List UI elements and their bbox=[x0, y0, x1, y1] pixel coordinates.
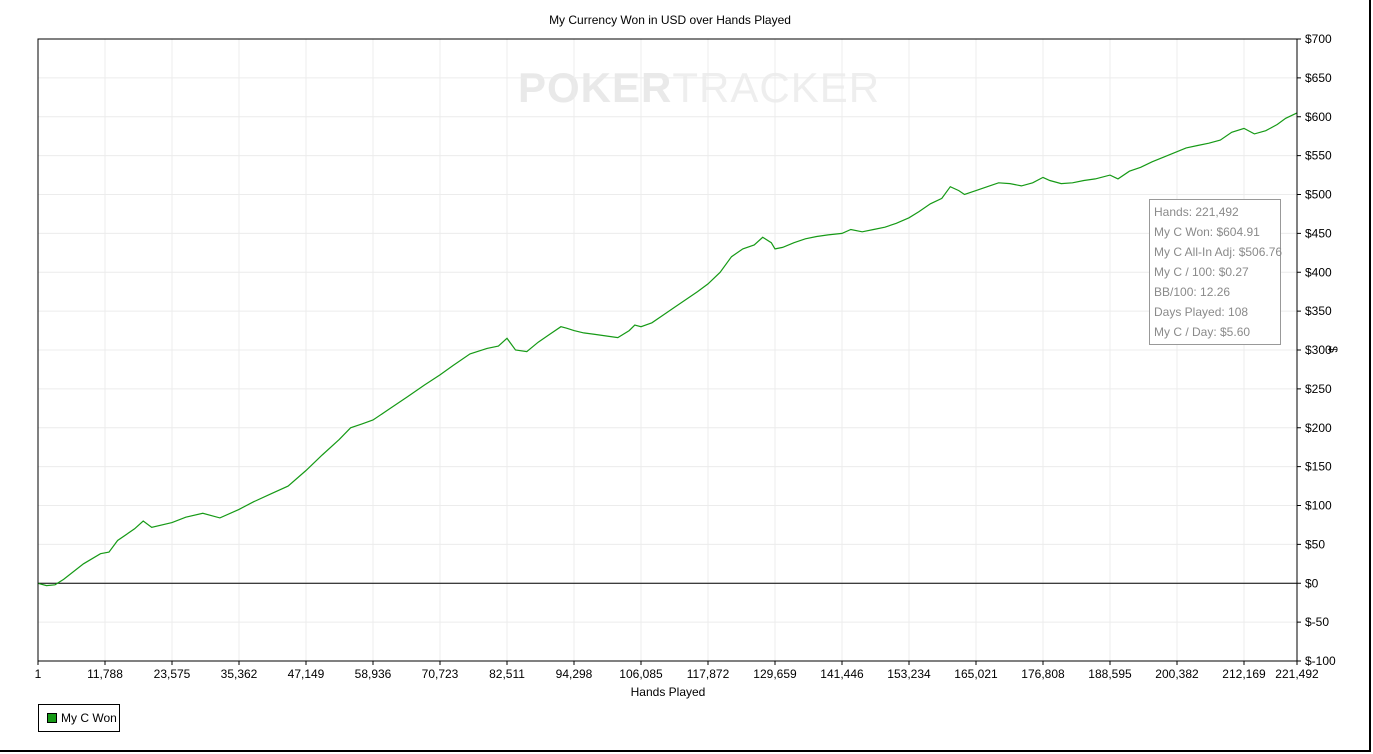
x-tick-label: 94,298 bbox=[556, 667, 593, 681]
x-tick-label: 221,492 bbox=[1275, 667, 1319, 681]
y-tick-label: $200 bbox=[1305, 421, 1332, 435]
y-tick-label: $250 bbox=[1305, 382, 1332, 396]
x-tick-label: 23,575 bbox=[154, 667, 191, 681]
y-axis-label: $ bbox=[1326, 346, 1340, 353]
y-tick-label: $-50 bbox=[1305, 615, 1329, 629]
stat-bb-100: BB/100: 12.26 bbox=[1154, 285, 1231, 299]
x-tick-label: 70,723 bbox=[422, 667, 459, 681]
x-tick-label: 117,872 bbox=[687, 667, 730, 681]
stat-per-100: My C / 100: $0.27 bbox=[1154, 265, 1249, 279]
stat-hands: Hands: 221,492 bbox=[1154, 205, 1239, 219]
legend-swatch bbox=[47, 713, 57, 723]
series-line-my-c-won bbox=[37, 112, 1298, 587]
x-tick-label: 82,511 bbox=[489, 667, 525, 681]
x-tick-label: 176,808 bbox=[1021, 667, 1065, 681]
y-tick-label: $350 bbox=[1305, 304, 1332, 318]
x-axis: 1 11,788 23,575 35,362 47,149 58,936 70,723 82,… bbox=[35, 661, 1319, 681]
y-tick-label: $450 bbox=[1305, 226, 1332, 240]
x-tick-label: 141,446 bbox=[820, 667, 864, 681]
y-tick-label: $-100 bbox=[1305, 654, 1336, 668]
y-tick-label: $700 bbox=[1305, 32, 1332, 46]
y-tick-label: $100 bbox=[1305, 499, 1332, 513]
y-tick-label: $550 bbox=[1305, 149, 1332, 163]
stat-allin-adj: My C All-In Adj: $506.76 bbox=[1154, 245, 1283, 259]
y-tick-label: $150 bbox=[1305, 460, 1332, 474]
y-tick-label: $50 bbox=[1305, 537, 1325, 551]
y-tick-label: $0 bbox=[1305, 576, 1319, 590]
x-tick-label: 188,595 bbox=[1088, 667, 1132, 681]
x-tick-label: 47,149 bbox=[288, 667, 325, 681]
stats-tooltip: Hands: 221,492 My C Won: $604.91 My C Al… bbox=[1149, 199, 1283, 345]
y-tick-label: $650 bbox=[1305, 71, 1332, 85]
line-chart: 1 11,788 23,575 35,362 47,149 58,936 70,723 82,… bbox=[35, 32, 1336, 681]
y-tick-label: $600 bbox=[1305, 110, 1332, 124]
stat-per-day: My C / Day: $5.60 bbox=[1154, 325, 1251, 339]
y-tick-label: $500 bbox=[1305, 188, 1332, 202]
x-tick-label: 200,382 bbox=[1155, 667, 1199, 681]
x-tick-label: 129,659 bbox=[753, 667, 797, 681]
x-tick-label: 212,169 bbox=[1222, 667, 1266, 681]
x-tick-label: 106,085 bbox=[619, 667, 663, 681]
legend[interactable]: My C Won bbox=[38, 704, 120, 732]
x-tick-label: 58,936 bbox=[355, 667, 392, 681]
x-axis-label: Hands Played bbox=[630, 685, 706, 699]
x-tick-label: 35,362 bbox=[221, 667, 258, 681]
legend-label: My C Won bbox=[61, 711, 117, 725]
grid bbox=[37, 38, 1298, 662]
y-tick-label: $400 bbox=[1305, 265, 1332, 279]
x-tick-label: 11,788 bbox=[87, 667, 123, 681]
stat-won: My C Won: $604.91 bbox=[1154, 225, 1260, 239]
x-tick-label: 1 bbox=[35, 667, 42, 681]
x-tick-label: 153,234 bbox=[887, 667, 931, 681]
stat-days-played: Days Played: 108 bbox=[1154, 305, 1249, 319]
x-tick-label: 165,021 bbox=[954, 667, 998, 681]
